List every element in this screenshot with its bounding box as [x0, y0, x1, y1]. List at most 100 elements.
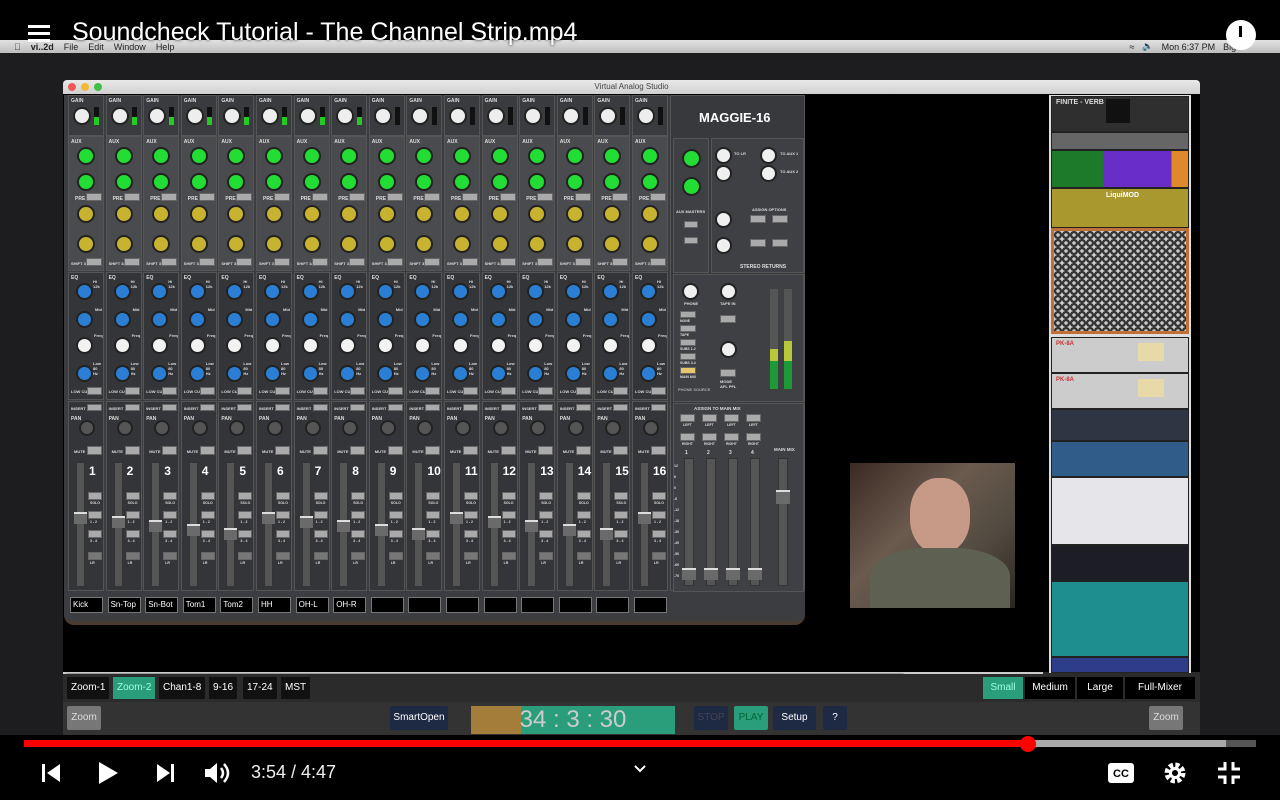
phone-source-button[interactable]: [680, 311, 696, 318]
eq-low-knob[interactable]: [491, 367, 505, 380]
eq-freq-knob[interactable]: [642, 339, 655, 352]
eq-low-knob[interactable]: [642, 367, 655, 380]
lowcut-button[interactable]: [613, 387, 629, 395]
channel-name-field[interactable]: Kick: [70, 597, 103, 613]
maximize-window-button[interactable]: [94, 83, 102, 91]
eq-low-knob[interactable]: [454, 367, 467, 380]
lr-button[interactable]: [388, 552, 403, 560]
lr-button[interactable]: [313, 552, 328, 560]
size-full-mixer[interactable]: Full-Mixer: [1125, 677, 1195, 699]
eq-mid-knob[interactable]: [153, 313, 167, 326]
channel-fader-track[interactable]: [76, 462, 85, 587]
aux4-knob[interactable]: [229, 237, 244, 251]
bus-3-4-button[interactable]: [388, 530, 403, 538]
insert-button[interactable]: [538, 404, 554, 411]
eq-hi-knob[interactable]: [153, 285, 167, 298]
rack-unit-delay[interactable]: [1051, 150, 1189, 188]
play-icon[interactable]: [96, 760, 120, 786]
eq-mid-knob[interactable]: [416, 313, 430, 326]
lr-button[interactable]: [276, 552, 290, 560]
lowcut-button[interactable]: [463, 387, 478, 395]
aux-master-2-knob[interactable]: [684, 179, 699, 194]
pan-knob[interactable]: [457, 422, 469, 434]
aux3-knob[interactable]: [116, 207, 131, 221]
eq-low-knob[interactable]: [228, 367, 242, 380]
aux4-knob[interactable]: [643, 237, 657, 251]
aux3-knob[interactable]: [79, 207, 93, 221]
gain-knob[interactable]: [150, 109, 165, 123]
aux1-knob[interactable]: [643, 149, 657, 163]
solo-mode-button[interactable]: [720, 369, 736, 377]
lr-button[interactable]: [125, 552, 140, 560]
shift-button[interactable]: [650, 258, 666, 266]
eq-low-knob[interactable]: [78, 367, 91, 380]
lowcut-button[interactable]: [538, 387, 554, 395]
channel-fader-handle[interactable]: [600, 528, 614, 540]
channel-name-field[interactable]: Tom2: [220, 597, 254, 613]
rack-unit-finite-verb[interactable]: FINITE - VERB: [1051, 96, 1189, 132]
return-knob[interactable]: [762, 167, 775, 180]
eq-low-knob[interactable]: [529, 367, 543, 380]
channel-fader-handle[interactable]: [487, 516, 501, 528]
bus-1-2-button[interactable]: [652, 511, 666, 519]
size-medium[interactable]: Medium: [1025, 677, 1075, 699]
insert-button[interactable]: [425, 404, 441, 411]
shift-button[interactable]: [574, 258, 591, 266]
bus-3-4-button[interactable]: [426, 530, 441, 538]
aux3-knob[interactable]: [304, 207, 319, 221]
aux2-knob[interactable]: [116, 175, 131, 189]
eq-hi-knob[interactable]: [303, 285, 317, 298]
bus-3-4-button[interactable]: [576, 530, 591, 538]
pre-button[interactable]: [574, 193, 591, 201]
pre-button[interactable]: [650, 193, 666, 201]
bus-1-2-button[interactable]: [276, 511, 290, 519]
settings-gear-icon[interactable]: [1162, 760, 1188, 786]
eq-hi-knob[interactable]: [228, 285, 242, 298]
shift-button[interactable]: [198, 258, 215, 266]
aux2-knob[interactable]: [605, 175, 620, 189]
solo-button[interactable]: [200, 492, 215, 500]
sub-right-button[interactable]: [680, 433, 695, 441]
eq-low-knob[interactable]: [266, 367, 279, 380]
pan-knob[interactable]: [645, 422, 657, 434]
pan-knob[interactable]: [607, 422, 620, 434]
shift-button[interactable]: [349, 258, 366, 266]
gain-knob[interactable]: [300, 109, 315, 123]
scrubber-handle[interactable]: [1020, 736, 1037, 752]
aux1-knob[interactable]: [304, 149, 319, 163]
insert-button[interactable]: [350, 404, 366, 411]
return-knob[interactable]: [717, 149, 730, 162]
mute-button[interactable]: [387, 446, 403, 455]
bus-1-2-button[interactable]: [125, 511, 140, 519]
sub-fader-handle[interactable]: [726, 568, 740, 580]
aux1-knob[interactable]: [605, 149, 620, 163]
gain-knob[interactable]: [639, 109, 653, 123]
aux3-knob[interactable]: [455, 207, 469, 221]
solo-level-knob[interactable]: [722, 343, 735, 356]
lr-button[interactable]: [652, 552, 666, 560]
gain-knob[interactable]: [225, 109, 240, 123]
tape-in-knob[interactable]: [722, 285, 735, 298]
gain-knob[interactable]: [563, 109, 578, 123]
lr-button[interactable]: [501, 552, 516, 560]
channel-fader-handle[interactable]: [224, 528, 238, 540]
eq-hi-knob[interactable]: [604, 285, 618, 298]
sub-right-button[interactable]: [724, 433, 739, 441]
return-knob[interactable]: [717, 213, 730, 226]
channel-fader-handle[interactable]: [74, 512, 87, 524]
bus-3-4-button[interactable]: [276, 530, 290, 538]
mute-button[interactable]: [275, 446, 290, 455]
aux2-knob[interactable]: [304, 175, 319, 189]
eq-hi-knob[interactable]: [529, 285, 543, 298]
solo-button[interactable]: [163, 492, 178, 500]
shift-button[interactable]: [537, 258, 554, 266]
lowcut-button[interactable]: [87, 387, 102, 395]
channel-fader-handle[interactable]: [262, 512, 275, 524]
bus-3-4-button[interactable]: [652, 530, 666, 538]
channel-name-field[interactable]: [521, 597, 555, 613]
channel-fader-handle[interactable]: [450, 512, 463, 524]
channel-fader-handle[interactable]: [525, 520, 539, 532]
aux1-knob[interactable]: [492, 149, 507, 163]
view-mst[interactable]: MST: [281, 677, 311, 699]
bus-3-4-button[interactable]: [539, 530, 554, 538]
